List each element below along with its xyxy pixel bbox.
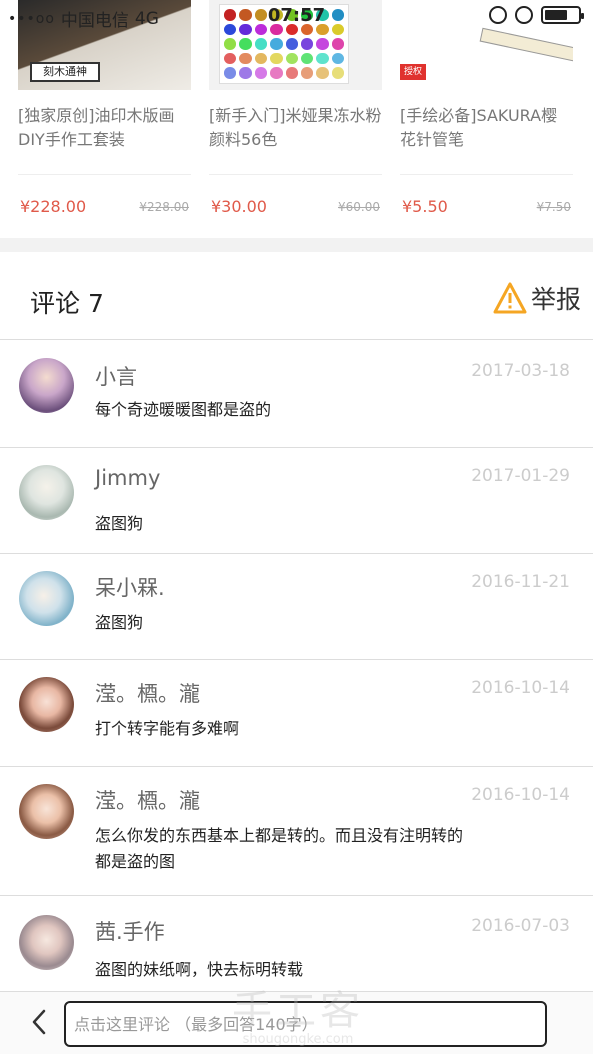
comment-date: 2016-11-21: [471, 572, 570, 592]
divider: [18, 174, 191, 175]
avatar[interactable]: [19, 677, 74, 732]
paint-swatch: [331, 38, 344, 50]
comment-item[interactable]: 小言 2017-03-18 每个奇迹暖暖图都是盗的: [0, 341, 593, 448]
battery-icon: [541, 6, 584, 24]
paint-swatch: [270, 38, 283, 50]
paint-swatch: [331, 52, 344, 65]
comment-date: 2016-10-14: [471, 785, 570, 805]
paint-swatch: [239, 52, 252, 65]
product-original-price: ¥7.50: [536, 200, 571, 214]
avatar[interactable]: [19, 915, 74, 970]
paint-swatch: [316, 52, 329, 65]
comment-input[interactable]: [64, 1001, 547, 1047]
report-label: 举报: [530, 285, 581, 314]
paint-swatch: [285, 67, 298, 79]
back-button[interactable]: [24, 1007, 54, 1037]
comment-author[interactable]: 呆小槑.: [95, 572, 165, 602]
comment-author[interactable]: 滢。槱。瀧: [95, 678, 200, 708]
paint-swatch: [316, 67, 329, 79]
product-card[interactable]: 授权 [手绘必备]SAKURA樱花针管笔 ¥5.50 ¥7.50: [400, 0, 573, 217]
comment-date: 2016-10-14: [471, 678, 570, 698]
comment-date: 2017-01-29: [471, 466, 570, 486]
paint-swatch: [270, 67, 283, 79]
comment-author[interactable]: Jimmy: [95, 466, 160, 490]
comment-text: 盗图狗: [95, 613, 144, 632]
paint-swatch: [300, 38, 314, 50]
comment-date: 2016-07-03: [471, 916, 570, 936]
paint-swatch: [254, 52, 268, 65]
comment-item[interactable]: Jimmy 2017-01-29 盗图狗: [0, 448, 593, 554]
status-bar: •••oo 中国电信 4G 07:57: [0, 0, 593, 32]
product-original-price: ¥228.00: [139, 200, 189, 214]
comment-text: 每个奇迹暖暖图都是盗的: [95, 400, 272, 419]
paint-swatch: [300, 52, 314, 65]
comment-item[interactable]: 滢。槱。瀧 2016-10-14 怎么你发的东西基本上都是转的。而且没有注明转的…: [0, 767, 593, 896]
comment-item[interactable]: 茜.手作 2016-07-03 盗图的妹纸啊，快去标明转载: [0, 896, 593, 991]
comment-author[interactable]: 滢。槱。瀧: [95, 785, 200, 815]
paint-swatch: [285, 52, 298, 65]
chevron-left-icon: [32, 1009, 46, 1035]
comment-author[interactable]: 小言: [95, 361, 137, 391]
paint-swatch: [224, 38, 237, 50]
comment-author[interactable]: 茜.手作: [95, 916, 165, 946]
comment-item[interactable]: 呆小槑. 2016-11-21 盗图狗: [0, 554, 593, 660]
comment-text: 盗图的妹纸啊，快去标明转载: [95, 960, 304, 979]
product-title: [手绘必备]SAKURA樱花针管笔: [400, 106, 558, 149]
product-original-price: ¥60.00: [338, 200, 380, 214]
alarm-icon: [515, 6, 533, 24]
rotation-lock-icon: [489, 6, 507, 24]
divider: [400, 174, 573, 175]
report-button[interactable]: 举报: [493, 280, 581, 316]
paint-swatch: [316, 38, 329, 50]
divider: [209, 174, 382, 175]
comment-text: 盗图狗: [95, 514, 144, 533]
related-products: 刻木通神 [独家原创]油印木版画DIY手作工套装 ¥228.00 ¥228.00…: [0, 0, 593, 238]
comment-text: 打个转字能有多难啊: [95, 719, 240, 738]
comments-title: 评论 7: [30, 289, 104, 318]
product-price: ¥5.50: [402, 197, 448, 216]
paint-swatch: [254, 38, 268, 50]
paint-swatch: [270, 52, 283, 65]
comment-text: 怎么你发的东西基本上都是转的。而且没有注明转的都是盗的图: [95, 826, 464, 871]
paint-swatch: [239, 67, 252, 79]
paint-swatch: [331, 67, 344, 79]
comment-list: 小言 2017-03-18 每个奇迹暖暖图都是盗的 Jimmy 2017-01-…: [0, 341, 593, 991]
product-title: [独家原创]油印木版画DIY手作工套装: [18, 106, 175, 149]
product-title: [新手入门]米娅果冻水粉颜料56色: [209, 106, 382, 149]
product-price: ¥228.00: [20, 197, 87, 216]
comment-item[interactable]: 滢。槱。瀧 2016-10-14 打个转字能有多难啊: [0, 660, 593, 767]
section-separator: [0, 238, 593, 252]
warning-icon: [493, 282, 527, 314]
paint-swatch: [254, 67, 268, 79]
product-image-text: 刻木通神: [30, 62, 100, 82]
paint-swatch: [239, 38, 252, 50]
paint-swatch: [285, 38, 298, 50]
avatar[interactable]: [19, 465, 74, 520]
comment-date: 2017-03-18: [471, 361, 570, 381]
paint-swatch: [300, 67, 314, 79]
avatar[interactable]: [19, 358, 74, 413]
product-price: ¥30.00: [211, 197, 267, 216]
avatar[interactable]: [19, 784, 74, 839]
paint-swatch: [224, 67, 237, 79]
product-image-text: 授权: [400, 64, 426, 80]
comments-header: 评论 7 举报: [0, 252, 593, 340]
product-card[interactable]: [新手入门]米娅果冻水粉颜料56色 ¥30.00 ¥60.00: [209, 0, 382, 217]
avatar[interactable]: [19, 571, 74, 626]
paint-swatch: [224, 52, 237, 65]
product-card[interactable]: 刻木通神 [独家原创]油印木版画DIY手作工套装 ¥228.00 ¥228.00: [18, 0, 191, 217]
comment-bar: [0, 991, 593, 1054]
